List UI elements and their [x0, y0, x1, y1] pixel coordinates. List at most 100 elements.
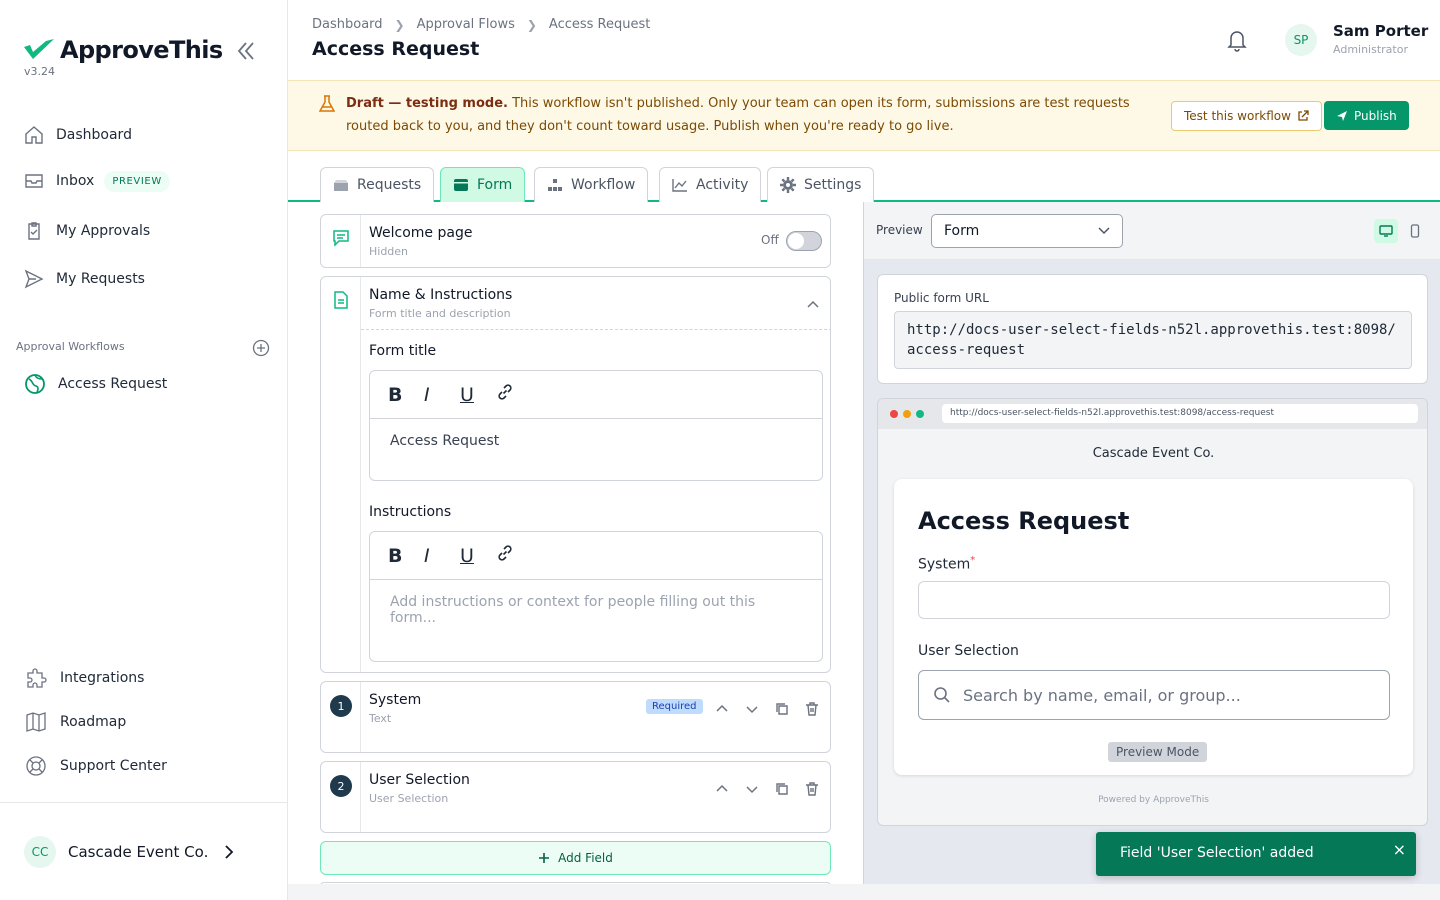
user-name[interactable]: Sam Porter [1333, 22, 1428, 40]
toast-close-button[interactable]: × [1393, 840, 1406, 859]
field-card-user-selection[interactable]: 2 User Selection User Selection [320, 761, 831, 833]
breadcrumb-dashboard[interactable]: Dashboard [312, 17, 383, 32]
add-field-label: Add Field [558, 851, 613, 865]
welcome-toggle[interactable] [786, 231, 822, 251]
main-content: Dashboard ❯ Approval Flows ❯ Access Requ… [288, 0, 1440, 900]
bold-icon[interactable]: B [388, 545, 424, 567]
org-avatar: CC [24, 836, 56, 868]
tab-label: Form [477, 177, 513, 193]
tab-activity[interactable]: Activity [659, 167, 762, 202]
sidebar-item-label: My Requests [56, 271, 145, 287]
powered-by: Powered by ApproveThis [1098, 795, 1209, 805]
italic-icon[interactable]: I [424, 384, 460, 406]
tab-label: Requests [357, 177, 422, 193]
preview-user-search[interactable]: Search by name, email, or group... [918, 670, 1390, 720]
chevron-right-icon [225, 845, 234, 859]
tab-requests[interactable]: Requests [320, 167, 435, 202]
instructions-placeholder[interactable]: Add instructions or context for people f… [370, 580, 822, 640]
breadcrumb-approval-flows[interactable]: Approval Flows [417, 17, 515, 32]
sidebar-item-my-approvals[interactable]: My Approvals [24, 219, 150, 243]
sidebar-item-roadmap[interactable]: Roadmap [24, 710, 126, 734]
tab-settings[interactable]: Settings [767, 167, 875, 202]
tab-form[interactable]: Form [440, 167, 526, 202]
sidebar-divider [0, 802, 287, 803]
trash-icon[interactable] [803, 700, 821, 718]
globe-icon [25, 374, 45, 394]
preview-form-card: Access Request System* User Selection Se… [894, 479, 1413, 775]
publish-button[interactable]: Publish [1324, 101, 1409, 130]
inbox-icon [25, 174, 43, 188]
collapse-sidebar-button[interactable] [236, 40, 256, 66]
sidebar-item-dashboard[interactable]: Dashboard [24, 123, 132, 147]
trash-icon[interactable] [803, 780, 821, 798]
publish-label: Publish [1354, 108, 1397, 123]
app-name: ApproveThis [60, 36, 223, 64]
collapse-card-button[interactable] [807, 296, 819, 312]
dot-red-icon [890, 410, 898, 418]
plus-circle-icon [252, 339, 270, 357]
add-workflow-button[interactable] [252, 339, 270, 361]
bold-icon[interactable]: B [388, 384, 424, 406]
breadcrumb: Dashboard ❯ Approval Flows ❯ Access Requ… [312, 17, 650, 32]
preview-system-input[interactable] [918, 581, 1390, 619]
document-icon [334, 291, 348, 309]
welcome-title: Welcome page [369, 225, 473, 241]
draft-banner: Draft — testing mode. This workflow isn'… [288, 80, 1440, 151]
chart-line-icon [672, 179, 687, 192]
sidebar-workflow-access-request[interactable]: Access Request [24, 372, 167, 396]
workflow-icon [548, 179, 562, 191]
preview-mode-select[interactable]: Form [931, 214, 1123, 248]
browser-address: http://docs-user-select-fields-n52l.appr… [942, 404, 1418, 423]
tab-label: Workflow [571, 177, 636, 193]
org-switcher[interactable]: CC Cascade Event Co. [24, 836, 234, 868]
sidebar-item-label: Dashboard [56, 127, 132, 143]
desktop-preview-button[interactable] [1374, 219, 1398, 243]
tab-workflow[interactable]: Workflow [534, 167, 649, 202]
link-icon[interactable] [496, 383, 532, 406]
breadcrumb-separator-icon: ❯ [394, 17, 405, 32]
name-instructions-card: Name & Instructions Form title and descr… [320, 276, 831, 673]
monitor-icon [1379, 225, 1393, 237]
move-down-icon[interactable] [743, 780, 761, 798]
card-gutter: 1 [321, 682, 361, 752]
flask-icon [319, 95, 335, 112]
underline-icon[interactable]: U [460, 384, 496, 406]
preview-company: Cascade Event Co. [1092, 446, 1215, 461]
user-avatar[interactable]: SP [1285, 24, 1317, 56]
move-down-icon[interactable] [743, 700, 761, 718]
italic-icon[interactable]: I [424, 545, 460, 567]
search-placeholder: Search by name, email, or group... [963, 685, 1241, 705]
external-link-icon [1298, 110, 1309, 121]
toast-message: Field 'User Selection' added [1120, 845, 1314, 861]
sidebar-item-label: My Approvals [56, 223, 151, 239]
public-url-value[interactable]: http://docs-user-select-fields-n52l.appr… [894, 311, 1412, 369]
preview-badge: PREVIEW [104, 170, 170, 192]
editor-toolbar: B I U [370, 371, 822, 419]
instructions-editor[interactable]: B I U Add instructions or context for pe… [369, 531, 823, 662]
add-field-button[interactable]: Add Field [320, 841, 831, 875]
test-workflow-button[interactable]: Test this workflow [1171, 101, 1322, 131]
draft-banner-strong: Draft — testing mode. [346, 96, 508, 111]
sidebar-item-support-center[interactable]: Support Center [24, 754, 167, 778]
mobile-preview-button[interactable] [1403, 219, 1427, 243]
form-title-value[interactable]: Access Request [370, 419, 822, 463]
dot-green-icon [916, 410, 924, 418]
move-up-icon[interactable] [713, 780, 731, 798]
preview-pane: Preview Form Public form URL http://docs… [863, 202, 1440, 884]
notifications-button[interactable] [1226, 28, 1248, 56]
duplicate-icon[interactable] [773, 700, 791, 718]
duplicate-icon[interactable] [773, 780, 791, 798]
sidebar-item-integrations[interactable]: Integrations [24, 666, 144, 690]
move-up-icon[interactable] [713, 700, 731, 718]
underline-icon[interactable]: U [460, 545, 496, 567]
welcome-page-card[interactable]: Welcome page Hidden Off [320, 214, 831, 268]
plus-icon [539, 853, 550, 863]
sidebar-item-my-requests[interactable]: My Requests [24, 267, 145, 291]
form-title-editor[interactable]: B I U Access Request [369, 370, 823, 481]
sidebar-item-inbox[interactable]: Inbox PREVIEW [24, 169, 170, 193]
link-icon[interactable] [496, 544, 532, 567]
field-card-system[interactable]: 1 System Text Required [320, 681, 831, 753]
welcome-toggle-label: Off [761, 233, 779, 247]
field-type: User Selection [369, 792, 449, 805]
app-logo[interactable]: ApproveThis [24, 36, 223, 64]
